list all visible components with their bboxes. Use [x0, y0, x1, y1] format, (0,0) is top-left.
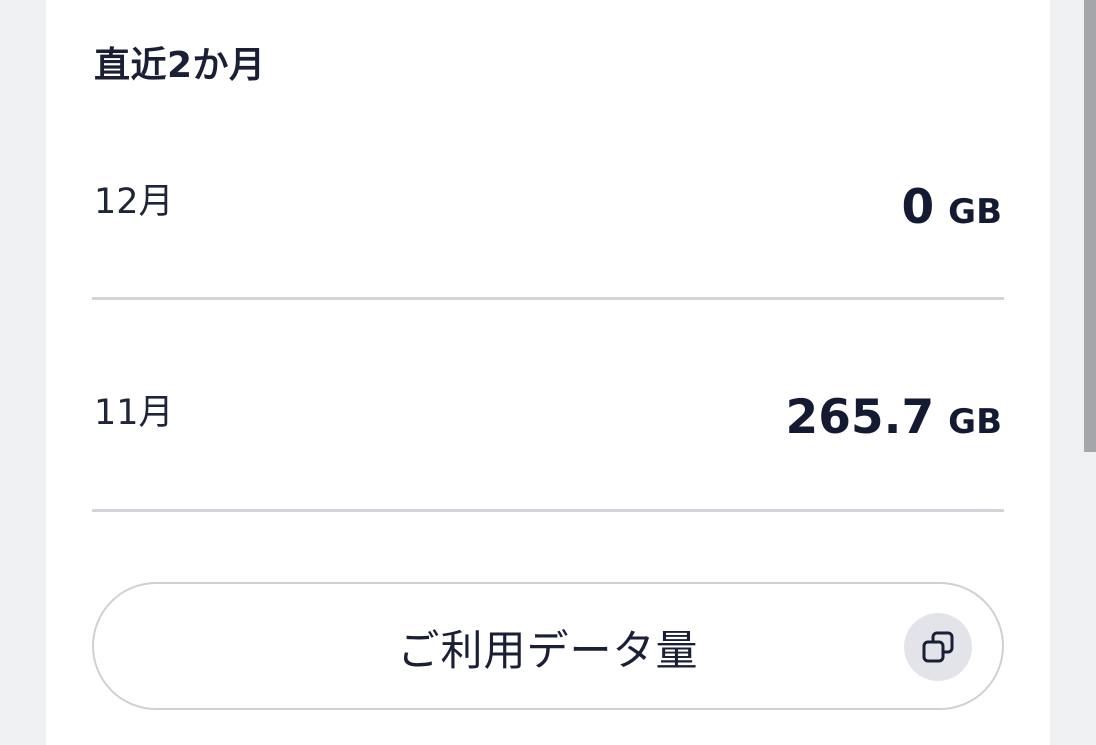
usage-amount: 0	[901, 180, 935, 235]
usage-value: 0 GB	[901, 180, 1002, 235]
data-usage-button[interactable]: ご利用データ量	[92, 582, 1004, 710]
section-title: 直近2か月	[94, 45, 266, 86]
usage-amount: 265.7	[785, 390, 935, 445]
usage-unit: GB	[948, 192, 1002, 232]
copy-icon-glyph	[922, 631, 954, 663]
usage-month-label: 12月	[94, 182, 174, 222]
usage-month-label: 11月	[94, 393, 174, 433]
usage-card: 直近2か月 12月 0 GB 11月 265.7 GB ご利用データ量	[46, 0, 1050, 745]
usage-value: 265.7 GB	[786, 390, 1003, 445]
data-usage-button-label: ご利用データ量	[397, 626, 699, 675]
usage-row-november: 11月 265.7 GB	[92, 300, 1004, 512]
copy-icon	[904, 613, 972, 681]
row-divider	[92, 509, 1004, 512]
usage-unit: GB	[948, 402, 1002, 442]
usage-row-december: 12月 0 GB	[92, 88, 1004, 300]
scrollbar-thumb[interactable]	[1084, 0, 1096, 452]
